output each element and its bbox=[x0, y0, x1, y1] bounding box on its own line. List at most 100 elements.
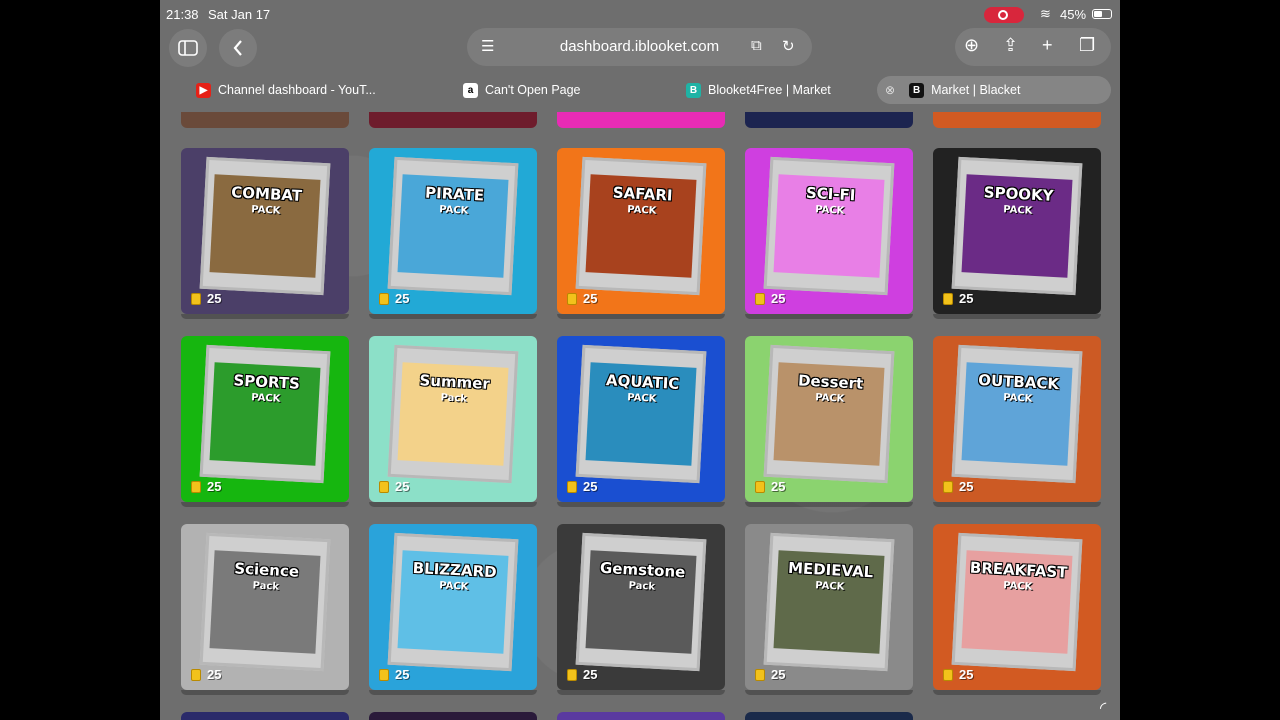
pack-price: 25 bbox=[567, 479, 597, 494]
pack-price: 25 bbox=[379, 479, 409, 494]
status-time: 21:38 bbox=[166, 7, 199, 22]
pack-card[interactable]: PIRATE PACK 25 bbox=[369, 148, 537, 319]
pack-card-partial[interactable] bbox=[181, 712, 349, 720]
tab-label: Can't Open Page bbox=[485, 83, 581, 97]
tab-label: Blooket4Free | Market bbox=[708, 83, 831, 97]
price-value: 25 bbox=[395, 291, 410, 306]
pack-image: MEDIEVAL PACK bbox=[763, 532, 895, 672]
pack-card[interactable]: AQUATIC PACK 25 bbox=[557, 336, 725, 507]
pack-image: Summer Pack bbox=[387, 344, 519, 484]
status-bar: 21:38 Sat Jan 17 ≋ 45% bbox=[160, 0, 1120, 28]
token-icon bbox=[191, 292, 201, 305]
price-value: 25 bbox=[959, 667, 974, 682]
pack-card[interactable]: Dessert PACK 25 bbox=[745, 336, 913, 507]
pack-card-partial[interactable] bbox=[933, 112, 1101, 128]
price-value: 25 bbox=[771, 667, 786, 682]
price-value: 25 bbox=[207, 667, 222, 682]
tab-cant-open[interactable]: a Can't Open Page bbox=[463, 76, 693, 104]
pack-card[interactable]: Science Pack 25 bbox=[181, 524, 349, 695]
toolbar-actions: ⊕ ⇪ + ❐ bbox=[955, 28, 1111, 66]
youtube-icon: ▶ bbox=[196, 82, 211, 98]
pack-price: 25 bbox=[567, 291, 597, 306]
new-tab-icon[interactable]: + bbox=[1042, 35, 1053, 56]
tabs-overview-icon[interactable]: ❐ bbox=[1079, 35, 1095, 56]
price-value: 25 bbox=[395, 667, 410, 682]
pack-image: BREAKFAST PACK bbox=[951, 532, 1083, 672]
pack-card[interactable]: Summer Pack 25 bbox=[369, 336, 537, 507]
price-value: 25 bbox=[959, 291, 974, 306]
close-tab-icon[interactable]: ⊗ bbox=[885, 83, 895, 97]
price-value: 25 bbox=[583, 291, 598, 306]
token-icon bbox=[379, 668, 389, 681]
pack-card-partial[interactable] bbox=[181, 112, 349, 128]
pack-card[interactable]: SPOOKY PACK 25 bbox=[933, 148, 1101, 319]
token-icon bbox=[191, 480, 201, 493]
address-bar[interactable]: ☰ dashboard.iblooket.com ⧉ ↻ bbox=[467, 28, 812, 66]
reload-icon[interactable]: ↻ bbox=[782, 37, 795, 55]
pack-price: 25 bbox=[943, 291, 973, 306]
blacket-icon: B bbox=[909, 82, 925, 98]
tab-label: Market | Blacket bbox=[931, 83, 1021, 97]
token-icon bbox=[379, 480, 389, 493]
pack-price: 25 bbox=[755, 479, 785, 494]
extension-icon[interactable]: ⧉ bbox=[751, 37, 762, 54]
share-icon[interactable]: ⇪ bbox=[1003, 35, 1018, 56]
pack-image: AQUATIC PACK bbox=[575, 344, 707, 484]
status-date: Sat Jan 17 bbox=[208, 7, 271, 22]
pack-card[interactable]: SPORTS PACK 25 bbox=[181, 336, 349, 507]
back-button[interactable] bbox=[219, 29, 257, 67]
pack-image: SPOOKY PACK bbox=[951, 156, 1083, 296]
screen-recording-icon[interactable] bbox=[984, 7, 1024, 23]
token-icon bbox=[755, 480, 765, 493]
pack-card-partial[interactable] bbox=[745, 112, 913, 128]
wifi-icon: ≋ bbox=[1040, 6, 1051, 21]
pack-card[interactable]: MEDIEVAL PACK 25 bbox=[745, 524, 913, 695]
pack-card-partial[interactable] bbox=[557, 712, 725, 720]
pack-card-partial[interactable] bbox=[369, 712, 537, 720]
tab-label: Channel dashboard - YouT... bbox=[218, 83, 376, 97]
pack-card[interactable]: COMBAT PACK 25 bbox=[181, 148, 349, 319]
token-icon bbox=[567, 668, 577, 681]
pack-card[interactable]: BREAKFAST PACK 25 bbox=[933, 524, 1101, 695]
pack-price: 25 bbox=[191, 291, 221, 306]
pack-image: OUTBACK PACK bbox=[951, 344, 1083, 484]
pack-card[interactable]: BLIZZARD PACK 25 bbox=[369, 524, 537, 695]
pack-price: 25 bbox=[943, 667, 973, 682]
pack-price: 25 bbox=[567, 667, 597, 682]
pack-card-partial[interactable] bbox=[369, 112, 537, 128]
tab-blacket-market[interactable]: ⊗ B Market | Blacket bbox=[877, 76, 1111, 104]
loading-icon: ◜ bbox=[1100, 700, 1107, 717]
pack-card-partial[interactable] bbox=[557, 112, 725, 128]
pack-image: COMBAT PACK bbox=[199, 156, 331, 296]
sidebar-toggle-button[interactable] bbox=[169, 29, 207, 67]
pack-card[interactable]: OUTBACK PACK 25 bbox=[933, 336, 1101, 507]
pack-image: SAFARI PACK bbox=[575, 156, 707, 296]
pack-card[interactable]: Gemstone Pack 25 bbox=[557, 524, 725, 695]
price-value: 25 bbox=[959, 479, 974, 494]
downloads-icon[interactable]: ⊕ bbox=[964, 35, 979, 56]
price-value: 25 bbox=[207, 479, 222, 494]
token-icon bbox=[755, 668, 765, 681]
pack-image: Gemstone Pack bbox=[575, 532, 707, 672]
price-value: 25 bbox=[207, 291, 222, 306]
screen: 21:38 Sat Jan 17 ≋ 45% ☰ dashboard.ibloo… bbox=[160, 0, 1120, 720]
pack-card[interactable]: SAFARI PACK 25 bbox=[557, 148, 725, 319]
token-icon bbox=[755, 292, 765, 305]
chevron-left-icon bbox=[233, 40, 242, 56]
token-icon bbox=[567, 292, 577, 305]
pack-card-partial[interactable] bbox=[745, 712, 913, 720]
token-icon bbox=[943, 668, 953, 681]
pack-price: 25 bbox=[755, 291, 785, 306]
amazon-icon: a bbox=[463, 82, 478, 98]
price-value: 25 bbox=[583, 667, 598, 682]
pack-image: Dessert PACK bbox=[763, 344, 895, 484]
pack-image: Science Pack bbox=[199, 532, 331, 672]
token-icon bbox=[943, 480, 953, 493]
pack-price: 25 bbox=[379, 291, 409, 306]
token-icon bbox=[379, 292, 389, 305]
pack-price: 25 bbox=[943, 479, 973, 494]
pack-card[interactable]: SCI-FI PACK 25 bbox=[745, 148, 913, 319]
tab-youtube[interactable]: ▶ Channel dashboard - YouT... bbox=[196, 76, 426, 104]
price-value: 25 bbox=[771, 291, 786, 306]
pack-price: 25 bbox=[191, 667, 221, 682]
